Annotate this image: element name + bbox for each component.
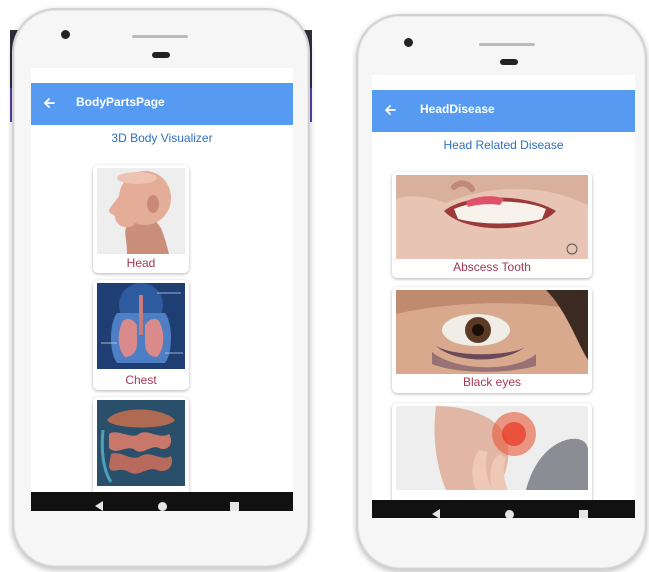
section-subtitle: Head Related Disease: [443, 138, 564, 152]
section-subtitle: 3D Body Visualizer: [111, 131, 213, 145]
front-camera: [404, 38, 413, 47]
square-recent-icon[interactable]: [230, 502, 239, 511]
arrow-left-icon[interactable]: [382, 102, 398, 118]
disease-card-black-eyes[interactable]: Black eyes: [392, 287, 592, 393]
disease-card-ear-pain[interactable]: [392, 403, 592, 503]
body-part-label: Chest: [125, 373, 157, 387]
ear-pain-image: [396, 406, 588, 490]
disease-label: Black eyes: [462, 375, 522, 389]
circle-home-icon[interactable]: [158, 502, 167, 511]
system-nav-bar: [372, 500, 635, 518]
triangle-back-icon[interactable]: [432, 509, 440, 518]
speaker-grille: [132, 35, 188, 38]
app-screen-head-disease: HeadDisease Head Related Disease Abscess…: [372, 75, 635, 518]
phone-frame-right: HeadDisease Head Related Disease Abscess…: [356, 14, 647, 570]
app-bar: HeadDisease: [372, 90, 635, 132]
abscess-tooth-image: [396, 175, 588, 259]
square-recent-icon[interactable]: [579, 510, 588, 518]
app-screen-body-parts: BodyPartsPage 3D Body Visualizer Head Ch…: [31, 68, 293, 511]
body-part-card-abdomen[interactable]: [93, 397, 189, 497]
body-part-label: Head: [126, 256, 156, 270]
head-image: [97, 168, 185, 254]
system-nav-bar: [31, 492, 293, 511]
chest-image: [97, 283, 185, 369]
body-part-card-head[interactable]: Head: [93, 165, 189, 273]
circle-home-icon[interactable]: [505, 510, 514, 518]
phone-frame-left: BodyPartsPage 3D Body Visualizer Head Ch…: [12, 8, 310, 568]
page-title: HeadDisease: [420, 102, 495, 116]
body-part-card-chest[interactable]: Chest: [93, 280, 189, 390]
black-eyes-image: [396, 290, 588, 374]
abdomen-image: [97, 400, 185, 486]
app-bar: BodyPartsPage: [31, 83, 293, 125]
disease-card-abscess-tooth[interactable]: Abscess Tooth: [392, 172, 592, 278]
earpiece: [500, 59, 518, 65]
disease-label: Abscess Tooth: [453, 260, 531, 274]
front-camera: [61, 30, 70, 39]
arrow-left-icon[interactable]: [41, 95, 57, 111]
triangle-back-icon[interactable]: [95, 501, 103, 511]
earpiece: [152, 52, 170, 58]
page-title: BodyPartsPage: [76, 95, 165, 109]
speaker-grille: [479, 43, 535, 46]
